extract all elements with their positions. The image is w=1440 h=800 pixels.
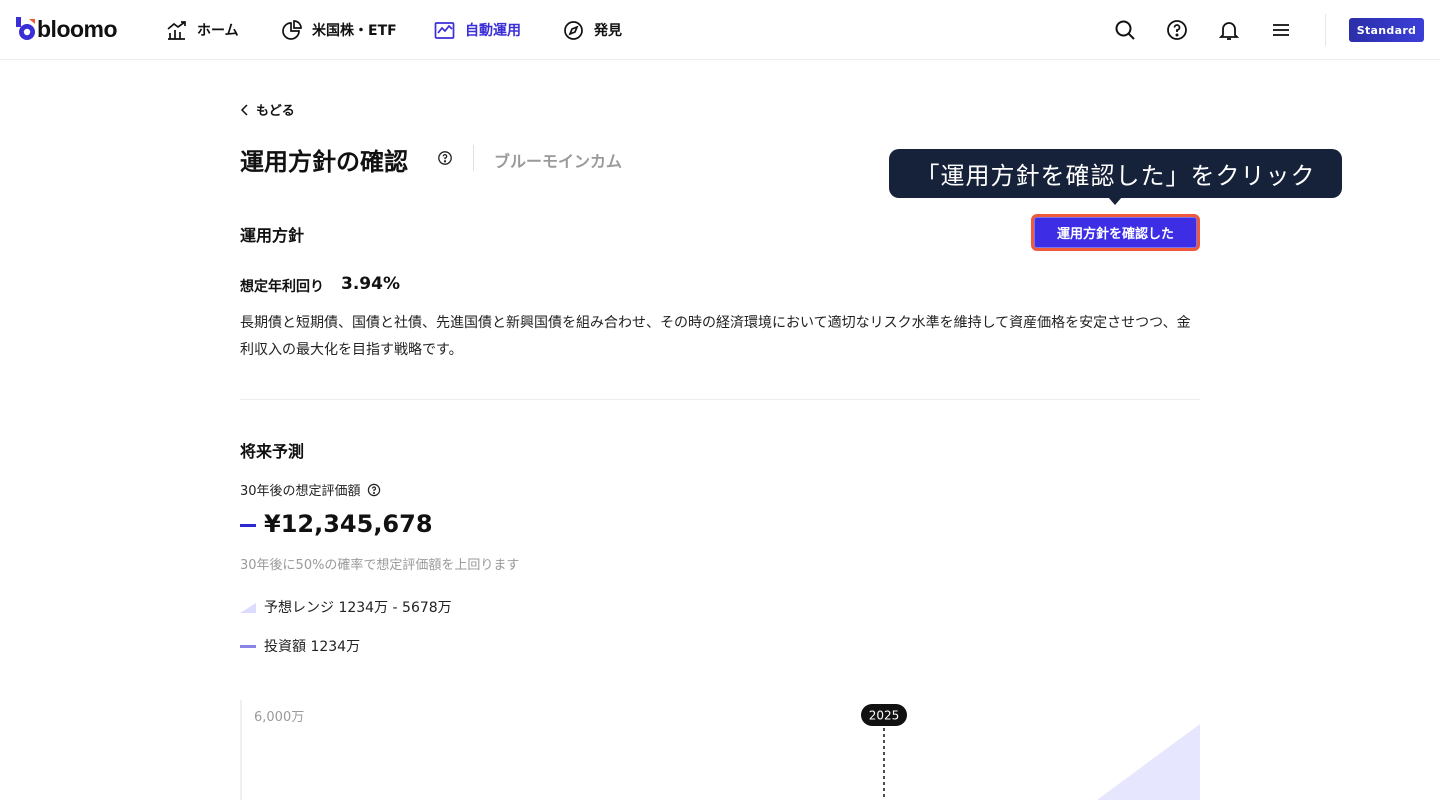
compass-icon: [564, 20, 583, 40]
back-label: もどる: [256, 104, 295, 119]
future-value-label: 30年後の想定評価額: [240, 480, 381, 499]
header-divider: [1325, 14, 1326, 46]
notifications-button[interactable]: [1217, 18, 1241, 42]
help-icon[interactable]: [367, 483, 381, 497]
range-swatch-icon: [240, 603, 256, 613]
fund-name: ブルーモインカム: [494, 152, 623, 171]
line-chart-icon: [434, 21, 455, 39]
search-button[interactable]: [1113, 18, 1137, 42]
top-navigation-bar: bloomo ホーム 米国株・ETF 自動運用 発見 Standard: [0, 0, 1440, 60]
menu-icon: [1273, 24, 1289, 36]
forecast-chart: 6,000万 2025: [240, 700, 1200, 800]
nav-stocks-etf-label: 米国株・ETF: [312, 23, 397, 39]
chart-up-icon: [167, 20, 186, 40]
chevron-left-icon: [240, 103, 248, 116]
future-value: ¥12,345,678: [264, 510, 433, 538]
probability-note: 30年後に50%の確率で想定評価額を上回ります: [240, 558, 520, 573]
forecast-heading: 将来予測: [240, 442, 305, 461]
title-help-button[interactable]: [437, 150, 453, 170]
bloomo-logo-icon: [16, 17, 35, 40]
nav-home-label: ホーム: [197, 23, 239, 39]
menu-button[interactable]: [1269, 18, 1293, 42]
future-value-label-text: 30年後の想定評価額: [240, 484, 361, 499]
nav-auto-invest[interactable]: 自動運用: [434, 18, 521, 42]
legend-investment-text: 投資額 1234万: [264, 639, 361, 655]
legend-range: 予想レンジ 1234万 - 5678万: [240, 597, 452, 617]
y-tick-label: 6,000万: [254, 710, 304, 725]
pie-chart-icon: [282, 19, 302, 40]
help-icon: [1167, 20, 1187, 40]
nav-auto-invest-label: 自動運用: [465, 23, 521, 39]
bloomo-logo[interactable]: bloomo: [16, 16, 118, 42]
expected-yield-label: 想定年利回り: [240, 279, 324, 295]
back-link[interactable]: もどる: [240, 100, 295, 119]
search-icon: [1115, 20, 1135, 40]
legend-range-text: 予想レンジ 1234万 - 5678万: [264, 600, 452, 616]
tooltip-arrow: [1108, 197, 1122, 205]
confirm-policy-button[interactable]: 運用方針を確認した: [1031, 214, 1200, 251]
plan-badge[interactable]: Standard: [1349, 18, 1424, 42]
help-button[interactable]: [1165, 18, 1189, 42]
nav-discover[interactable]: 発見: [563, 18, 622, 42]
help-icon: [438, 151, 452, 165]
policy-heading: 運用方針: [240, 226, 305, 245]
nav-discover-label: 発見: [594, 23, 622, 39]
bell-icon: [1218, 22, 1240, 40]
title-divider: [473, 145, 474, 171]
instruction-tooltip: 「運用方針を確認した」をクリック: [889, 149, 1342, 198]
year-marker-label: 2025: [869, 709, 900, 723]
investment-swatch: [240, 644, 256, 648]
expected-yield-value: 3.94%: [341, 274, 400, 294]
forecast-range-area: [1097, 724, 1200, 800]
logo-text: bloomo: [37, 16, 118, 42]
policy-description: 長期債と短期債、国債と社債、先進国債と新興国債を組み合わせ、その時の経済環境にお…: [240, 315, 1191, 358]
section-divider: [240, 399, 1200, 400]
median-line-swatch: [240, 524, 256, 527]
page-title: 運用方針の確認: [240, 148, 408, 176]
legend-investment: 投資額 1234万: [240, 636, 360, 656]
nav-home[interactable]: ホーム: [166, 18, 239, 42]
nav-stocks-etf[interactable]: 米国株・ETF: [281, 18, 397, 42]
